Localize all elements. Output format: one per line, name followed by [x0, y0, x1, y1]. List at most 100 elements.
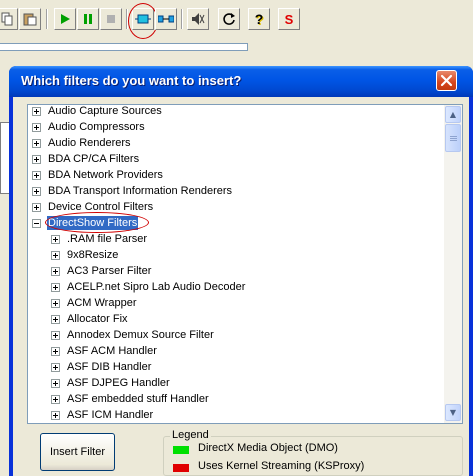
tree-row-label: ASF embedded stuff Handler — [67, 393, 209, 405]
legend-group: Legend DirectX Media Object (DMO) Uses K… — [163, 429, 463, 476]
stop-s-button[interactable]: S — [278, 8, 300, 30]
expand-plus-icon[interactable] — [51, 346, 60, 356]
tree-row-label: ACELP.net Sipro Lab Audio Decoder — [67, 281, 246, 293]
dialog-titlebar[interactable]: Which filters do you want to insert? — [9, 66, 473, 97]
tree-row[interactable]: ACELP.net Sipro Lab Audio Decoder — [51, 279, 246, 295]
tree-row-label: BDA Network Providers — [48, 169, 163, 181]
close-icon — [440, 74, 453, 87]
tree-row[interactable]: 9x8Resize — [51, 247, 119, 263]
expand-plus-icon[interactable] — [51, 410, 60, 420]
insert-filter-button[interactable]: Insert Filter — [40, 433, 115, 471]
expand-plus-icon[interactable] — [32, 186, 41, 196]
help-icon: ? — [254, 11, 264, 27]
tree-row[interactable]: ASF DJPEG Handler — [51, 375, 171, 391]
play-icon — [61, 14, 70, 24]
tree-row-label: ASF DIB Handler — [67, 361, 152, 373]
tree-row-label: DirectShow Filters — [47, 216, 139, 230]
tree-row[interactable]: ASF ACM Handler — [51, 343, 158, 359]
tree-row-label: Audio Compressors — [48, 121, 145, 133]
tree-row[interactable]: Device Control Filters — [32, 199, 154, 215]
filter-tree[interactable]: Audio Capture Sources Audio Compressors Au… — [27, 104, 463, 424]
help-button[interactable]: ? — [248, 8, 270, 30]
tree-row[interactable]: Annodex Demux Source Filter — [51, 327, 215, 343]
chevron-up-icon: ▲ — [449, 110, 457, 119]
scroll-grip — [450, 136, 457, 137]
scroll-down-button[interactable]: ▼ — [445, 404, 461, 421]
legend-label-dmo: DirectX Media Object (DMO) — [198, 442, 338, 454]
paste-button[interactable] — [19, 8, 41, 30]
expand-plus-icon[interactable] — [32, 138, 41, 148]
toolbar-separator — [46, 9, 48, 29]
scroll-thumb[interactable] — [445, 124, 461, 152]
expand-plus-icon[interactable] — [32, 202, 41, 212]
tree-row-label: ASF DJPEG Handler — [67, 377, 170, 389]
play-button[interactable] — [54, 8, 76, 30]
tree-row[interactable]: ASF ICM Handler — [51, 407, 154, 423]
toolbar-separator — [126, 9, 128, 29]
tree-row-label: Annodex Demux Source Filter — [67, 329, 214, 341]
tree-row[interactable]: ACM Wrapper — [51, 295, 137, 311]
tree-row-label: BDA Transport Information Renderers — [48, 185, 233, 197]
expand-plus-icon[interactable] — [32, 106, 41, 116]
tree-row[interactable]: .RAM file Parser — [51, 231, 148, 247]
connect-pins-button[interactable] — [155, 8, 177, 30]
expand-plus-icon[interactable] — [51, 266, 60, 276]
expand-plus-icon[interactable] — [51, 394, 60, 404]
expand-plus-icon[interactable] — [51, 378, 60, 388]
tree-row-label: AC3 Parser Filter — [67, 265, 152, 277]
tree-row[interactable]: ASF embedded stuff Handler — [51, 391, 210, 407]
tree-row[interactable]: ASF DIB Handler — [51, 359, 152, 375]
expand-plus-icon[interactable] — [51, 298, 60, 308]
paste-icon — [23, 13, 37, 26]
tree-row[interactable]: Audio Compressors — [32, 119, 146, 135]
connect-pins-icon — [158, 15, 174, 23]
tree-row[interactable]: Audio Renderers — [32, 135, 132, 151]
tree-row[interactable]: BDA CP/CA Filters — [32, 151, 140, 167]
toolbar-separator — [181, 9, 183, 29]
insert-filters-dialog: Which filters do you want to insert? Aud… — [9, 66, 473, 476]
tree-row[interactable]: BDA Transport Information Renderers — [32, 183, 233, 199]
insert-filter-icon — [135, 14, 151, 24]
expand-plus-icon[interactable] — [32, 122, 41, 132]
dialog-body: Audio Capture Sources Audio Compressors Au… — [13, 97, 469, 476]
tree-row-label: Device Control Filters — [48, 201, 154, 213]
pause-button[interactable] — [77, 8, 99, 30]
close-button[interactable] — [436, 70, 457, 91]
tree-row-label: ACM Wrapper — [67, 297, 137, 309]
tree-row[interactable]: Allocator Fix — [51, 311, 129, 327]
main-toolbar: ? S — [0, 0, 473, 39]
expand-plus-icon[interactable] — [51, 250, 60, 260]
mute-icon — [192, 13, 205, 25]
collapse-minus-icon[interactable] — [32, 218, 41, 228]
refresh-button[interactable] — [218, 8, 240, 30]
tree-row[interactable]: BDA Network Providers — [32, 167, 164, 183]
scroll-up-button[interactable]: ▲ — [445, 106, 461, 123]
expand-plus-icon[interactable] — [32, 154, 41, 164]
tree-row[interactable]: Audio Capture Sources — [32, 105, 163, 119]
tree-row-label: Audio Capture Sources — [48, 105, 162, 117]
legend-label-ksproxy: Uses Kernel Streaming (KSProxy) — [198, 460, 365, 472]
expand-plus-icon[interactable] — [51, 330, 60, 340]
expand-plus-icon[interactable] — [51, 362, 60, 372]
tree-row[interactable]: DirectShow Filters — [32, 215, 139, 231]
tree-row[interactable]: AC3 Parser Filter — [51, 263, 152, 279]
scroll-grip — [450, 138, 457, 139]
tree-scrollbar[interactable]: ▲ ▼ — [444, 105, 462, 423]
expand-plus-icon[interactable] — [51, 282, 60, 292]
copy-icon — [1, 12, 13, 26]
expand-plus-icon[interactable] — [51, 314, 60, 324]
tree-row-label: ASF ACM Handler — [67, 345, 157, 357]
copy-button[interactable] — [0, 8, 18, 30]
scroll-grip — [450, 140, 457, 141]
mute-button[interactable] — [187, 8, 209, 30]
stop-button[interactable] — [100, 8, 122, 30]
tree-row-label: Allocator Fix — [67, 313, 128, 325]
expand-plus-icon[interactable] — [32, 170, 41, 180]
tree-row-label: .RAM file Parser — [67, 233, 148, 245]
pause-icon — [84, 14, 92, 24]
expand-plus-icon[interactable] — [51, 234, 60, 244]
tree-row-label: ASF ICM Handler — [67, 409, 154, 421]
legend-title: Legend — [170, 429, 211, 441]
insert-filter-button[interactable] — [132, 8, 154, 30]
legend-swatch-ksproxy — [173, 464, 189, 472]
